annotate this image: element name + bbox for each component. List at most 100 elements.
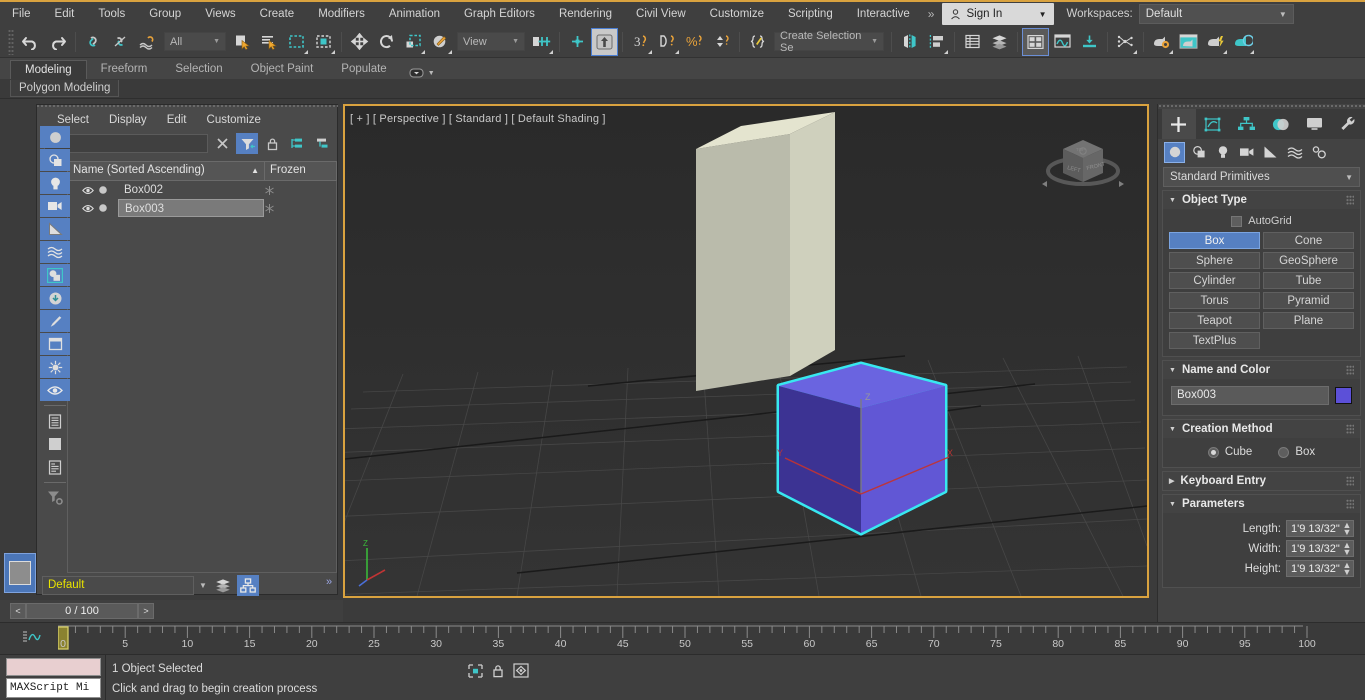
detail-display-icon[interactable] (40, 456, 70, 478)
reference-coord-select[interactable]: View ▼ (457, 32, 525, 51)
rollout-grip[interactable] (1346, 476, 1354, 486)
ribbon-options-icon[interactable] (409, 67, 424, 79)
frozen-icon[interactable] (264, 185, 336, 196)
edit-named-selection-icon[interactable] (744, 28, 771, 56)
rollout-header-name-and-color[interactable]: ▼ Name and Color (1163, 361, 1360, 379)
creation-method-box[interactable]: Box (1278, 446, 1315, 458)
clear-search-icon[interactable] (211, 133, 233, 154)
tab-object-paint[interactable]: Object Paint (237, 60, 328, 79)
object-type-tube[interactable]: Tube (1263, 272, 1354, 289)
time-slider-field[interactable]: 0 / 100 (26, 603, 138, 619)
object-type-cone[interactable]: Cone (1263, 232, 1354, 249)
autogrid-checkbox[interactable] (1231, 215, 1243, 227)
filter-settings-icon[interactable] (40, 487, 70, 509)
tab-modeling[interactable]: Modeling (10, 60, 87, 79)
render-setup-icon[interactable] (1148, 28, 1175, 56)
sign-in-button[interactable]: Sign In ▼ (942, 3, 1055, 25)
systems-category[interactable] (1308, 142, 1329, 163)
rollout-header-keyboard-entry[interactable]: ▶ Keyboard Entry (1163, 472, 1360, 490)
menu-edit[interactable]: Edit (43, 1, 87, 27)
spinner-snap-icon[interactable] (708, 28, 735, 56)
explorer-menu-customize[interactable]: Customize (207, 114, 261, 126)
schematic-view-icon[interactable] (1076, 28, 1103, 56)
chevron-down-icon[interactable]: ▼ (428, 70, 435, 77)
named-selection-sets-select[interactable]: Create Selection Se ▼ (774, 30, 884, 54)
object-name-input[interactable]: Box003 (1171, 386, 1329, 405)
collapse-all-icon[interactable] (311, 133, 333, 154)
object-name[interactable]: Box003 (118, 199, 264, 217)
select-and-manipulate-icon[interactable] (591, 27, 618, 56)
bind-spacewarp-icon[interactable] (134, 28, 161, 56)
geometry-category[interactable] (1164, 141, 1185, 163)
cameras-category[interactable] (1236, 142, 1257, 163)
lock-icon[interactable] (261, 133, 283, 154)
rollout-grip[interactable] (1346, 424, 1354, 434)
selection-preview-button[interactable] (4, 553, 36, 593)
absolute-relative-mode-icon[interactable] (513, 663, 529, 678)
object-type-cylinder[interactable]: Cylinder (1169, 272, 1260, 289)
display-tab[interactable] (1297, 109, 1331, 139)
select-by-name-icon[interactable] (256, 28, 283, 56)
timeline-ruler[interactable] (58, 623, 1318, 655)
curve-editor-icon[interactable] (1049, 28, 1076, 56)
rollout-header-parameters[interactable]: ▼ Parameters (1163, 495, 1360, 513)
selection-lock-icon[interactable] (492, 664, 504, 678)
particles-filter-icon[interactable] (40, 356, 70, 378)
menu-graph-editors[interactable]: Graph Editors (452, 1, 547, 27)
render-toggle-icon[interactable] (98, 203, 108, 213)
motion-tab[interactable] (1263, 109, 1297, 139)
explorer-grip[interactable] (36, 104, 338, 109)
layer-explorer-icon[interactable] (986, 28, 1013, 56)
open-mini-curve-editor-icon[interactable] (22, 629, 42, 645)
workspace-select[interactable]: Default ▼ (1138, 4, 1294, 24)
subtab-polygon-modeling[interactable]: Polygon Modeling (10, 80, 120, 97)
snap-toggle-icon[interactable]: 3 (627, 28, 654, 56)
lights-category[interactable] (1212, 142, 1233, 163)
layer-toolbar-overflow[interactable]: » (326, 576, 332, 588)
tab-freeform[interactable]: Freeform (87, 60, 162, 79)
prev-frame-button[interactable]: < (10, 603, 26, 619)
groups-filter-icon[interactable] (40, 264, 70, 286)
placement-icon[interactable] (427, 28, 454, 56)
expand-all-icon[interactable] (286, 133, 308, 154)
visibility-icon[interactable] (40, 379, 70, 401)
list-display-icon[interactable] (40, 410, 70, 432)
angle-snap-icon[interactable] (654, 28, 681, 56)
manage-layers-icon[interactable] (959, 28, 986, 56)
undo-icon[interactable] (17, 28, 44, 56)
containers-filter-icon[interactable] (40, 333, 70, 355)
spinner-arrows-icon[interactable]: ▲ ▼ (1342, 540, 1353, 556)
toolbar-grip[interactable] (8, 28, 14, 55)
maxscript-output[interactable] (6, 658, 101, 676)
view-cube[interactable]: LEFT FRONT TOP (1033, 124, 1133, 204)
explorer-menu-select[interactable]: Select (57, 114, 89, 126)
rendered-frame-window-icon[interactable] (1175, 28, 1202, 56)
mirror-icon[interactable] (896, 28, 923, 56)
spinner-arrows-icon[interactable]: ▲ ▼ (1342, 520, 1353, 536)
track-bar[interactable]: 0 5 10 15 20 25 30 35 40 45 50 55 60 65 70 75 80 85 90 95 10… (0, 622, 1365, 655)
menu-rendering[interactable]: Rendering (547, 1, 624, 27)
spacewarps-filter-icon[interactable] (40, 241, 70, 263)
select-move-icon[interactable] (346, 28, 373, 56)
table-row[interactable]: Box002 (68, 181, 336, 199)
xrefs-filter-icon[interactable] (40, 287, 70, 309)
unlink-icon[interactable] (107, 28, 134, 56)
menu-interactive[interactable]: Interactive (845, 1, 922, 27)
utilities-tab[interactable] (1331, 109, 1365, 139)
viewport-label[interactable]: [ + ] [ Perspective ] [ Standard ] [ Def… (350, 113, 606, 125)
rect-select-region-icon[interactable] (283, 28, 310, 56)
param-height-spinner[interactable]: 1'9 13/32" ▲ ▼ (1286, 560, 1354, 577)
hierarchy-tab[interactable] (1230, 109, 1264, 139)
tab-populate[interactable]: Populate (327, 60, 400, 79)
spinner-arrows-icon[interactable]: ▲ ▼ (1342, 560, 1353, 576)
explorer-menu-edit[interactable]: Edit (167, 114, 187, 126)
explorer-menu-display[interactable]: Display (109, 114, 147, 126)
spacewarps-category[interactable] (1284, 142, 1305, 163)
layer-explorer-icon[interactable] (237, 574, 259, 596)
maxscript-mini-listener[interactable]: MAXScript Mi (6, 678, 101, 698)
selection-region-icon[interactable] (468, 663, 483, 678)
use-pivot-point-center-icon[interactable] (528, 28, 555, 56)
object-type-box[interactable]: Box (1169, 232, 1260, 249)
select-scale-icon[interactable] (400, 28, 427, 56)
primitive-type-select[interactable]: Standard Primitives ▼ (1163, 167, 1360, 187)
